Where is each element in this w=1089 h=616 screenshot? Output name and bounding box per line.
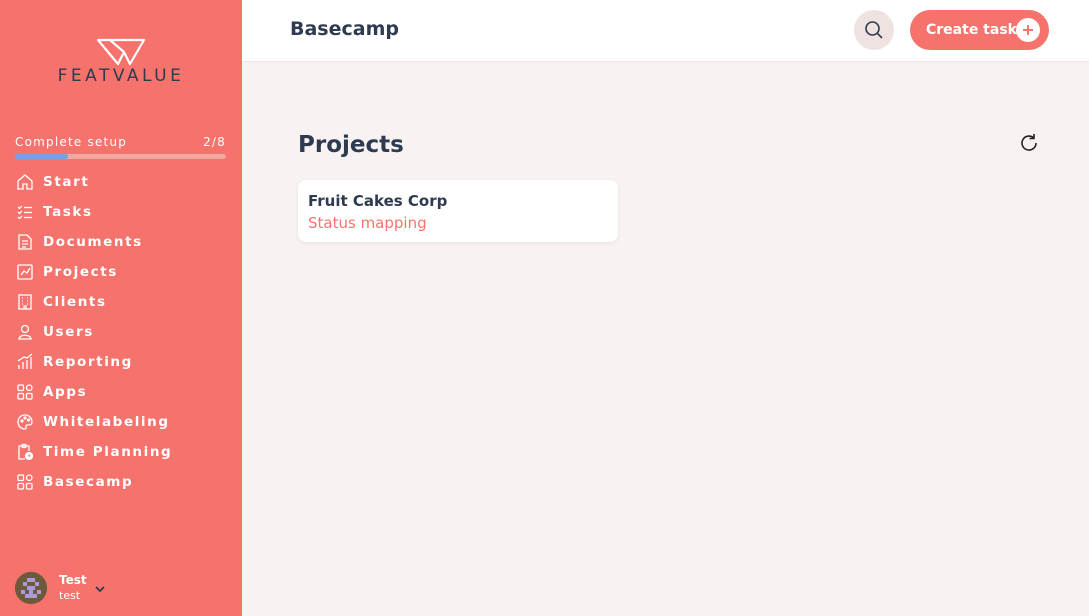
sidebar-item-label: Start [43, 174, 90, 190]
sidebar-item-users[interactable]: Users [15, 317, 235, 347]
setup-count: 2/8 [203, 135, 226, 149]
sidebar-item-label: Basecamp [43, 474, 134, 490]
avatar [15, 572, 47, 604]
setup-label: Complete setup [15, 135, 128, 149]
apps-icon [15, 382, 35, 402]
apps-icon [15, 472, 35, 492]
projects-icon [15, 262, 35, 282]
brand-logo[interactable]: FEATVALUE [34, 38, 208, 88]
setup-progress-fill [15, 154, 68, 159]
sidebar-item-clients[interactable]: Clients [15, 287, 235, 317]
sidebar-item-label: Time Planning [43, 444, 173, 460]
create-task-button[interactable]: Create task [910, 10, 1049, 50]
sidebar-item-label: Documents [43, 234, 143, 250]
top-bar: Basecamp Create task [242, 0, 1089, 62]
sidebar-item-reporting[interactable]: Reporting [15, 347, 235, 377]
user-name: Test [59, 573, 87, 587]
project-card[interactable]: Fruit Cakes Corp Status mapping [298, 180, 618, 242]
chart-icon [15, 352, 35, 372]
logo-mark-icon [96, 38, 146, 66]
sidebar-item-label: Apps [43, 384, 88, 400]
brand-name: FEATVALUE [57, 66, 185, 86]
project-status: Status mapping [308, 214, 427, 232]
home-icon [15, 172, 35, 192]
project-name: Fruit Cakes Corp [308, 192, 448, 210]
palette-icon [15, 412, 35, 432]
user-icon [15, 322, 35, 342]
sidebar-item-tasks[interactable]: Tasks [15, 197, 235, 227]
search-button[interactable] [854, 10, 894, 50]
sidebar-item-start[interactable]: Start [15, 167, 235, 197]
sidebar-item-documents[interactable]: Documents [15, 227, 235, 257]
create-task-label: Create task [926, 22, 1017, 38]
sidebar-item-label: Reporting [43, 354, 133, 370]
section-title: Projects [298, 132, 404, 158]
refresh-button[interactable] [1018, 132, 1040, 154]
building-icon [15, 292, 35, 312]
documents-icon [15, 232, 35, 252]
user-handle: test [59, 589, 81, 602]
setup-progress-bar [15, 154, 226, 159]
sidebar-item-label: Projects [43, 264, 118, 280]
sidebar-item-projects[interactable]: Projects [15, 257, 235, 287]
search-icon [865, 21, 883, 39]
sidebar-item-basecamp[interactable]: Basecamp [15, 467, 235, 497]
plus-icon [1016, 18, 1040, 42]
clipboard-clock-icon [15, 442, 35, 462]
sidebar-nav: Start Tasks Documents Projects Clients U… [15, 167, 235, 497]
sidebar: FEATVALUE Complete setup 2/8 Start Tasks [0, 0, 242, 616]
sidebar-item-label: Whitelabeling [43, 414, 170, 430]
sidebar-item-whitelabeling[interactable]: Whitelabeling [15, 407, 235, 437]
chevron-down-icon [94, 586, 105, 593]
sidebar-item-label: Users [43, 324, 94, 340]
sidebar-item-label: Clients [43, 294, 107, 310]
checklist-icon [15, 202, 35, 222]
sidebar-item-apps[interactable]: Apps [15, 377, 235, 407]
refresh-icon [1021, 134, 1037, 151]
page-title: Basecamp [290, 18, 399, 40]
sidebar-item-time-planning[interactable]: Time Planning [15, 437, 235, 467]
setup-progress[interactable]: Complete setup 2/8 [15, 135, 226, 159]
user-menu[interactable]: Test test [15, 572, 107, 604]
sidebar-item-label: Tasks [43, 204, 93, 220]
